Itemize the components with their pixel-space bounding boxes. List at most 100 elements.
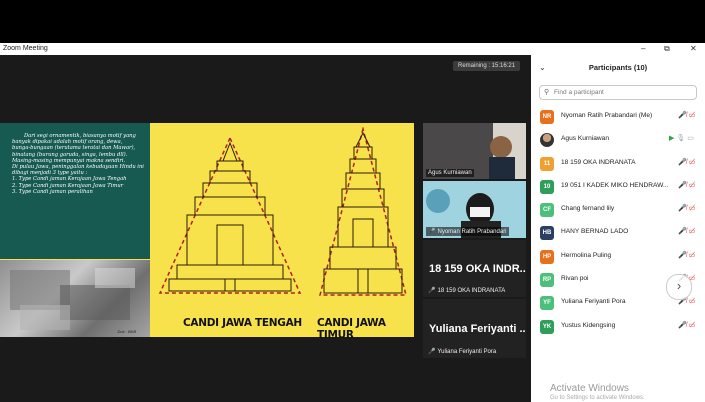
avatar: HB [540,226,554,241]
mic-muted-icon: 🎤̸ [678,251,687,259]
video-off-icon: ▭̸ [688,181,696,189]
participant-display-name: Yuliana Feriyanti ... [429,323,526,335]
search-placeholder: Find a participant [554,89,604,96]
participant-row[interactable]: HB HANY BERNAD LADO 🎤̸ ▭̸ [531,222,705,245]
video-tile-yuliana[interactable]: Yuliana Feriyanti ... 🎤 Yuliana Feriyanti… [423,299,526,358]
participant-name: Hermolina Puling [561,251,612,259]
mic-muted-icon: 🎤̸ [678,321,687,329]
avatar: 10 [540,179,554,194]
photo-credit: Dok : BKB [117,329,136,334]
participant-display-name: 18 159 OKA INDR... [429,263,526,275]
avatar: YF [540,296,554,311]
activate-windows-watermark: Activate Windows [550,383,629,394]
candi-jawa-tengah-drawing [158,136,302,294]
participant-list: NR Nyoman Ratih Prabandari (Me) 🎤̸ ▭̸ Agus … [531,106,705,339]
participant-name: Agus Kurniawan [426,169,474,177]
participants-title: Participants (10) [588,63,648,72]
participant-name: Rivan poi [561,275,589,283]
participant-name-text: Yuliana Feriyanti Pora [437,349,497,355]
participant-name: HANY BERNAD LADO [561,228,629,236]
slide-text-box: Dari segi ornamentik, biasanya motif yan… [0,123,150,259]
participant-name-text: 18 159 OKA INDRANATA [437,288,506,294]
mic-muted-icon: 🎤 [428,349,436,355]
avatar: CF [540,203,554,218]
video-tile-oka[interactable]: 18 159 OKA INDR... 🎤 18 159 OKA INDRANATA [423,240,526,297]
avatar: 11 [540,156,554,171]
mic-muted-icon: 🎤̸ [678,181,687,189]
participant-status-icons: 🎤̸ ▭̸ [678,181,695,189]
video-tile-nyoman[interactable]: 🎤 Nyoman Ratih Prabandari [423,181,526,238]
candi-jawa-timur-drawing [319,127,407,296]
video-off-icon: ▭̸ [688,158,696,166]
participant-row[interactable]: HP Hermolina Puling 🎤̸ ▭̸ [531,246,705,269]
video-off-icon: ▭̸ [688,251,696,259]
participant-status-icons: 🎤̸ ▭̸ [678,111,695,119]
caption-candi-jawa-timur: CANDI JAWA TIMUR [317,317,386,341]
avatar: YK [540,319,554,334]
participant-status-icons: 🎤̸ ▭̸ [678,227,695,235]
ruin-shapes [10,268,135,330]
avatar: RP [540,273,554,288]
video-icon: ▭ [687,135,694,143]
participant-row[interactable]: 11 18 159 OKA INDRANATA 🎤̸ ▭̸ [531,153,705,176]
mic-muted-icon: 🎤̸ [678,112,687,119]
shared-slide: Dari segi ornamentik, biasanya motif yan… [0,123,414,341]
participant-name: 🎤 18 159 OKA INDRANATA [426,286,507,295]
slide-text-line: 3. Type Candi jaman peralihan [12,188,93,195]
slide-text-line: 1. Type Candi jaman Kerajaan Jawa Tengah [12,176,127,183]
participant-name: Chang fernand lily [561,205,615,213]
participant-name: Yustus Kidengsing [561,321,616,329]
next-page-arrow-icon[interactable]: › [666,274,692,300]
participant-status-icons: ▶ 🎙 ▭ [669,134,694,142]
video-on-icon: ▶ [669,135,675,143]
avatar [540,133,554,148]
zoom-window: Zoom Meeting – ⧉ ✕ Remaining : 15:16:21 … [0,43,705,402]
participant-name: Yuliana Feriyanti Pora [561,298,626,306]
participant-name: Agus Kurniawan [561,135,610,143]
participant-search-input[interactable]: ⚲ Find a participant [539,85,697,100]
slide-text-line: binatang (burung garuda, singa, lembu dl… [12,151,128,158]
mic-muted-icon: 🎤 [428,229,436,235]
participant-row[interactable]: YK Yustus Kidengsing 🎤̸ ▭̸ [531,316,705,339]
mic-on-icon: 🎙 [676,135,686,143]
avatar: HP [540,249,554,264]
caption-candi-jawa-tengah: CANDI JAWA TENGAH [183,317,302,329]
participant-row[interactable]: CF Chang fernand lily 🎤̸ ▭̸ [531,199,705,222]
activate-windows-subtext: Go to Settings to activate Windows. [550,395,645,401]
participant-name: 18 159 OKA INDRANATA [561,158,636,166]
participant-name: Nyoman Ratih Prabandari (Me) [561,112,653,119]
mic-muted-icon: 🎤̸ [678,205,687,213]
participant-row[interactable]: NR Nyoman Ratih Prabandari (Me) 🎤̸ ▭̸ [531,106,705,129]
participant-row[interactable]: 10 19 051 I KADEK MIKO HENDRAW... 🎤̸ ▭̸ [531,176,705,199]
video-off-icon: ▭̸ [688,112,696,119]
mic-muted-icon: 🎤 [428,288,436,294]
avatar: NR [540,110,554,124]
window-title: Zoom Meeting [3,45,48,52]
participant-status-icons: 🎤̸ ▭̸ [678,251,695,259]
video-off-icon: ▭̸ [688,228,696,236]
video-tile-agus[interactable]: Agus Kurniawan [423,123,526,179]
participant-row[interactable]: Agus Kurniawan ▶ 🎙 ▭ [531,129,705,152]
temple-ruin-photo: Dok : BKB [0,260,150,337]
video-off-icon: ▭̸ [688,298,696,306]
video-off-icon: ▭̸ [688,205,696,213]
slide-text-line: bunga-bungaan (terutama teratai dan Mawa… [12,145,136,152]
participant-status-icons: 🎤̸ ▭̸ [678,204,695,212]
shared-screen-area: Remaining : 15:16:21 Dari segi ornamenti… [0,55,531,402]
restore-button[interactable]: ⧉ [664,43,670,55]
participant-name: 🎤 Nyoman Ratih Prabandari [426,227,509,236]
remaining-time: Remaining : 15:16:21 [453,61,521,71]
close-button[interactable]: ✕ [690,43,697,55]
participant-name: 🎤 Yuliana Feriyanti Pora [426,347,498,356]
mic-muted-icon: 🎤̸ [678,158,687,166]
participant-name: 19 051 I KADEK MIKO HENDRAW... [561,181,669,189]
participant-status-icons: 🎤̸ ▭̸ [678,321,695,329]
mic-muted-icon: 🎤̸ [678,228,687,236]
video-off-icon: ▭̸ [688,321,696,329]
search-icon: ⚲ [544,89,550,96]
participant-status-icons: 🎤̸ ▭̸ [678,158,695,166]
participant-name-text: Nyoman Ratih Prabandari [437,229,507,235]
title-bar: Zoom Meeting – ⧉ ✕ [0,43,705,55]
participants-panel: ⌄ Participants (10) ⚲ Find a participant… [531,55,705,402]
minimize-button[interactable]: – [641,43,645,55]
